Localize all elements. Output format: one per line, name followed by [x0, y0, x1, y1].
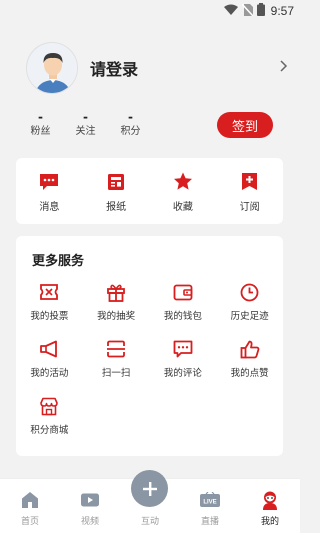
default-avatar-icon [27, 43, 77, 93]
star-icon [155, 170, 211, 194]
service-item-label: 历史足迹 [230, 311, 269, 322]
more-services-card: 更多服务 我的投票 我的抽奖 我的钱包 历史足迹 我的活动 扫一扫 我的评论 我… [16, 236, 283, 456]
stat-label: 关注 [75, 126, 96, 137]
service-item-label: 积分商城 [30, 425, 69, 436]
stat-value: - [83, 110, 88, 124]
comment-icon [150, 338, 217, 360]
service-item-label: 扫一扫 [101, 368, 131, 379]
quick-item-label: 报纸 [106, 201, 127, 213]
service-item-activity[interactable]: 我的活动 [16, 338, 83, 379]
stat-label: 粉丝 [30, 126, 51, 137]
no-sim-icon [241, 2, 254, 19]
scan-icon [83, 338, 150, 360]
service-item-scan[interactable]: 扫一扫 [83, 338, 150, 379]
service-item-points-mall[interactable]: 积分商城 [16, 395, 83, 436]
nav-label: 视频 [80, 517, 99, 527]
megaphone-icon [16, 338, 83, 360]
nav-tab-profile[interactable]: 我的 [244, 489, 296, 527]
quick-item-label: 收藏 [172, 201, 193, 213]
quick-actions-card: 消息 报纸 收藏 订阅 [16, 158, 283, 224]
service-item-vote[interactable]: 我的投票 [16, 281, 83, 322]
nav-label: 互动 [140, 517, 159, 527]
live-icon: LIVE [184, 489, 236, 511]
stat-value: - [38, 110, 43, 124]
avatar[interactable] [26, 42, 78, 94]
profile-header[interactable]: 请登录 [26, 40, 288, 96]
service-item-wallet[interactable]: 我的钱包 [150, 281, 217, 322]
nav-label: 我的 [260, 517, 279, 527]
newspaper-icon [88, 170, 144, 194]
checkin-button[interactable]: 签到 [217, 112, 273, 138]
message-icon [21, 170, 77, 194]
quick-item-newspaper[interactable]: 报纸 [88, 170, 144, 213]
wallet-icon [150, 281, 217, 303]
clock-icon [216, 281, 283, 303]
wifi-icon [223, 4, 238, 18]
service-item-label: 我的点赞 [230, 368, 269, 379]
chevron-right-icon[interactable] [280, 60, 288, 76]
subscribe-icon [222, 170, 278, 194]
status-bar: 9:57 [0, 0, 300, 22]
svg-text:LIVE: LIVE [203, 499, 216, 505]
thumbs-up-icon [216, 338, 283, 360]
service-item-lottery[interactable]: 我的抽奖 [83, 281, 150, 322]
nav-tab-live[interactable]: LIVE 直播 [184, 489, 236, 527]
nav-tab-home[interactable]: 首页 [4, 489, 56, 527]
service-item-label: 我的评论 [163, 368, 202, 379]
service-item-label: 我的活动 [30, 368, 69, 379]
quick-item-subscribe[interactable]: 订阅 [222, 170, 278, 213]
video-icon [64, 489, 116, 511]
services-grid: 我的投票 我的抽奖 我的钱包 历史足迹 我的活动 扫一扫 我的评论 我的点赞 积… [16, 281, 283, 436]
quick-item-messages[interactable]: 消息 [21, 170, 77, 213]
service-item-likes[interactable]: 我的点赞 [216, 338, 283, 379]
stat-value: - [128, 110, 133, 124]
stat-points[interactable]: - 积分 [108, 110, 153, 146]
stat-label: 积分 [120, 126, 141, 137]
service-item-label: 我的投票 [30, 311, 69, 322]
nav-label: 首页 [20, 517, 39, 527]
status-time: 9:57 [270, 4, 294, 18]
service-item-label: 我的抽奖 [97, 311, 136, 322]
quick-item-label: 订阅 [239, 201, 260, 213]
login-label[interactable]: 请登录 [90, 56, 280, 80]
shop-icon [16, 395, 83, 417]
user-stats: - 粉丝 - 关注 - 积分 [18, 110, 178, 146]
gift-icon [83, 281, 150, 303]
stat-following[interactable]: - 关注 [63, 110, 108, 146]
battery-icon [256, 3, 265, 19]
vote-icon [16, 281, 83, 303]
stat-fans[interactable]: - 粉丝 [18, 110, 63, 146]
quick-item-label: 消息 [39, 201, 60, 213]
nav-tab-video[interactable]: 视频 [64, 489, 116, 527]
quick-item-favorites[interactable]: 收藏 [155, 170, 211, 213]
service-item-comments[interactable]: 我的评论 [150, 338, 217, 379]
service-item-label: 我的钱包 [163, 311, 202, 322]
service-item-history[interactable]: 历史足迹 [216, 281, 283, 322]
profile-icon [244, 489, 296, 511]
plus-icon[interactable] [131, 470, 168, 507]
services-title: 更多服务 [32, 254, 85, 269]
nav-label: 直播 [200, 517, 219, 527]
home-icon [4, 489, 56, 511]
